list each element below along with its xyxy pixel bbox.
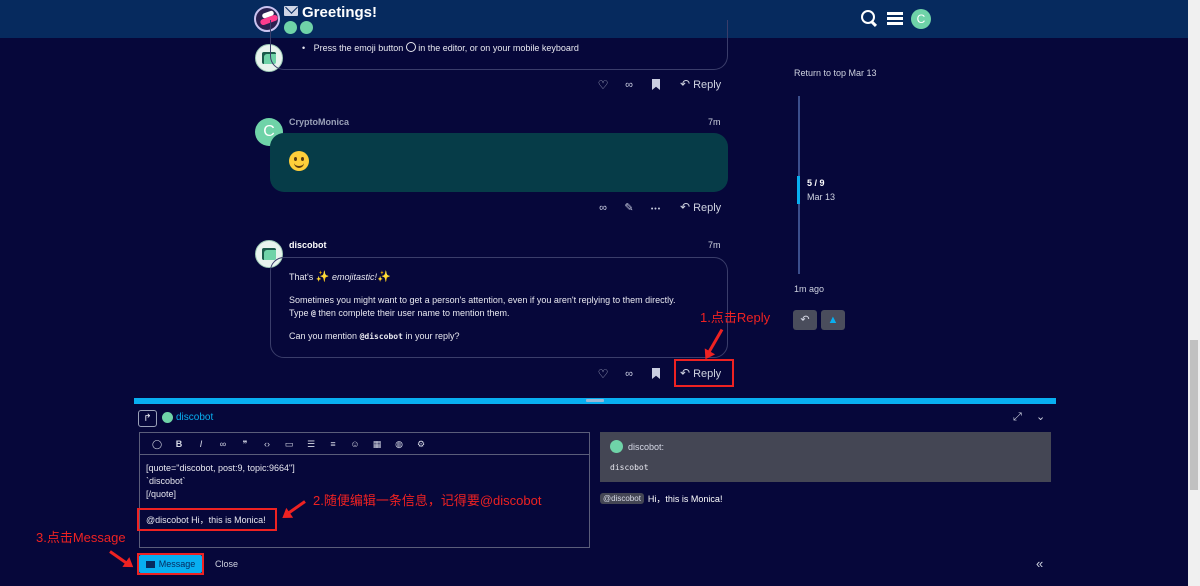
- chevron-down-icon[interactable]: ⌄: [1036, 410, 1045, 423]
- smile-icon: [405, 42, 416, 52]
- annotation-step3: 3.点击Message: [36, 530, 126, 545]
- bold-icon[interactable]: B: [168, 435, 190, 453]
- preview-message: @discobot Hi，this is Monica!: [600, 492, 722, 505]
- envelope-icon: [284, 6, 298, 16]
- quote-bubble-icon[interactable]: ◯: [146, 435, 168, 453]
- post-text: Sometimes you might want to get a person…: [289, 295, 676, 305]
- reply-icon: [680, 202, 693, 214]
- recipient-avatar: [162, 412, 173, 423]
- bookmark-icon[interactable]: [649, 78, 663, 92]
- reply-label: Reply: [693, 79, 722, 91]
- numbered-list-icon[interactable]: ≡: [322, 435, 344, 453]
- timeline-date: Mar 13: [807, 192, 836, 202]
- code-fragment: @: [311, 309, 316, 318]
- link-icon[interactable]: [622, 78, 636, 92]
- sparkles-icon: ✨: [376, 271, 391, 283]
- link-icon[interactable]: ∞: [212, 435, 234, 453]
- scrollbar-thumb[interactable]: [1190, 340, 1198, 490]
- post-time[interactable]: 7m: [708, 117, 721, 127]
- reply-label: Reply: [693, 202, 722, 214]
- editor-quote-text[interactable]: [quote="discobot, post:9, topic:9664"] `…: [146, 462, 295, 501]
- more-actions-icon[interactable]: [649, 201, 663, 215]
- close-button[interactable]: Close: [215, 559, 238, 569]
- post-username[interactable]: discobot: [289, 240, 327, 250]
- quote-title: discobot:: [610, 440, 664, 453]
- pencil-icon[interactable]: [622, 201, 636, 215]
- post-text: Press the emoji button in the editor, or…: [302, 42, 579, 55]
- reply-button[interactable]: Reply: [680, 197, 721, 217]
- mention-chip[interactable]: @discobot: [600, 493, 644, 504]
- timeline-position: 5 / 9: [807, 178, 825, 188]
- quote-avatar: [610, 440, 623, 453]
- composer-preview-quote: discobot: discobot: [600, 432, 1051, 482]
- annotation-step2: 2.随便编辑一条信息，记得要@discobot: [313, 493, 542, 508]
- bullet-list-icon[interactable]: ☰: [300, 435, 322, 453]
- timeline-handle[interactable]: [797, 176, 800, 204]
- heart-icon[interactable]: [596, 367, 610, 381]
- blockquote-icon[interactable]: ❞: [234, 435, 256, 453]
- post-text: Type @ then complete their user name to …: [289, 307, 509, 320]
- double-chevron-left-icon[interactable]: «: [1036, 556, 1043, 571]
- composer-recipient[interactable]: discobot: [162, 412, 213, 423]
- timeline-last-activity[interactable]: 1m ago: [794, 284, 824, 294]
- text-fragment: Type: [289, 308, 309, 318]
- text-fragment: then complete their user name to mention…: [318, 308, 510, 318]
- emphasis-text: emojitastic!: [331, 272, 377, 282]
- bell-icon: ▲: [827, 314, 839, 326]
- annotation-box-message: [137, 508, 277, 531]
- code-icon[interactable]: ‹›: [256, 435, 278, 453]
- return-to-top-link[interactable]: Return to top Mar 13: [794, 67, 884, 80]
- text-fragment: in your reply?: [405, 331, 460, 341]
- editor-toolbar: ◯ B I ∞ ❞ ‹› ▭ ☰ ≡ ☺ ▦ ◍ ⚙: [140, 433, 589, 455]
- quote-body: discobot: [610, 462, 649, 473]
- preview-message-text: Hi，this is Monica!: [647, 494, 723, 504]
- recipient-name: discobot: [176, 412, 214, 423]
- annotation-arrow: [109, 550, 129, 566]
- bookmark-icon[interactable]: [649, 367, 663, 381]
- search-icon[interactable]: [861, 10, 877, 26]
- text-fragment: Can you mention: [289, 331, 358, 341]
- annotation-step1: 1.点击Reply: [700, 310, 771, 325]
- quote-code: discobot: [610, 463, 649, 472]
- notification-button[interactable]: ▲: [821, 310, 845, 330]
- annotation-box-send: [137, 553, 204, 575]
- emoji-icon[interactable]: ☺: [344, 435, 366, 453]
- quote-author: discobot:: [628, 441, 665, 452]
- smiley-emoji-icon: [289, 151, 309, 171]
- reply-button[interactable]: Reply: [680, 74, 721, 94]
- fullscreen-icon[interactable]: ⤢: [1013, 411, 1022, 424]
- post-body: [270, 133, 728, 192]
- composer-resize-grip[interactable]: [586, 399, 604, 402]
- gear-icon[interactable]: ⚙: [410, 435, 432, 453]
- image-icon[interactable]: ▭: [278, 435, 300, 453]
- reply-icon: ↶: [800, 314, 810, 326]
- link-icon[interactable]: [622, 367, 636, 381]
- reply-icon: [680, 79, 693, 91]
- link-icon[interactable]: [596, 201, 610, 215]
- annotation-box-reply: [674, 359, 734, 387]
- bullet-text-suffix: in the editor, or on your mobile keyboar…: [418, 43, 579, 53]
- page-scrollbar[interactable]: [1188, 0, 1200, 586]
- post-username[interactable]: CryptoMonica: [289, 117, 349, 127]
- post-text: Can you mention @discobot in your reply?: [289, 330, 459, 343]
- heart-icon[interactable]: [596, 78, 610, 92]
- reply-topic-button[interactable]: ↶: [793, 310, 817, 330]
- share-arrow-icon: ↱: [143, 413, 152, 424]
- hamburger-menu-icon[interactable]: [887, 12, 903, 25]
- composer-action-button[interactable]: ↱: [138, 410, 157, 427]
- calendar-icon[interactable]: ▦: [366, 435, 388, 453]
- post-time[interactable]: 7m: [708, 240, 721, 250]
- palette-icon[interactable]: ◍: [388, 435, 410, 453]
- code-fragment: @discobot: [359, 332, 403, 341]
- bullet-text: Press the emoji button: [313, 43, 404, 53]
- post-text: That's ✨ emojitastic!✨: [289, 271, 391, 284]
- text-fragment: That's: [289, 272, 314, 282]
- topic-title[interactable]: Greetings!: [302, 4, 377, 21]
- italic-icon[interactable]: I: [190, 435, 212, 453]
- user-avatar[interactable]: C: [911, 9, 931, 29]
- sparkles-icon: ✨: [315, 271, 330, 283]
